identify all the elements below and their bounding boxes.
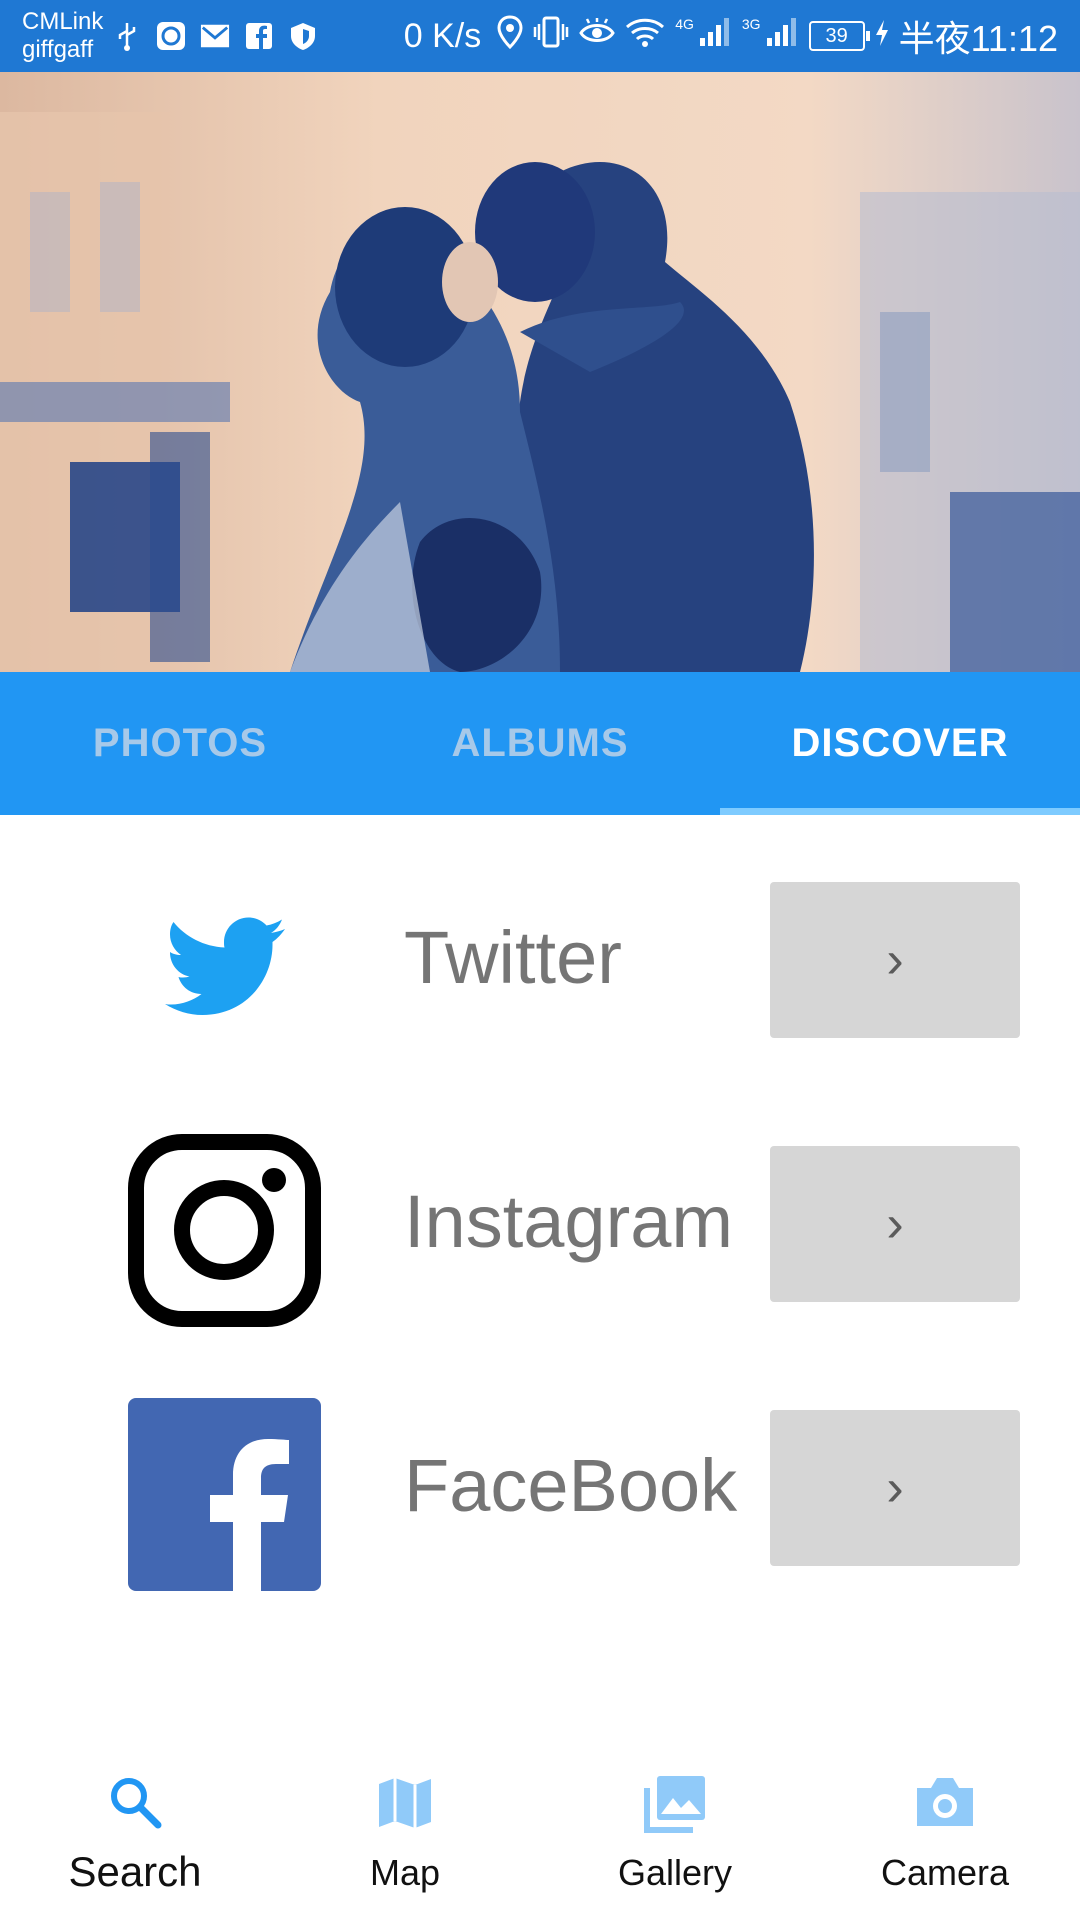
carrier-info: CMLink giffgaff	[22, 8, 103, 64]
network-4g-label: 4G	[675, 16, 694, 32]
signal-4g-icon	[698, 16, 732, 57]
header-photo	[0, 72, 1080, 672]
twitter-icon[interactable]	[128, 870, 321, 1063]
facebook-label: FaceBook	[404, 1444, 738, 1527]
app-notification-icon	[156, 21, 186, 51]
nav-gallery[interactable]: Gallery	[540, 1752, 810, 1920]
wifi-icon	[625, 16, 665, 57]
status-bar: CMLink giffgaff 0 K/s 4G 3G 39 半夜11:12	[0, 0, 1080, 72]
carrier-secondary: giffgaff	[22, 36, 94, 63]
map-icon	[270, 1774, 540, 1834]
camera-icon	[810, 1774, 1080, 1834]
gmail-icon	[200, 21, 230, 51]
vibrate-icon	[533, 15, 569, 58]
carrier-name: CMLink	[22, 8, 104, 35]
notification-icons	[112, 16, 318, 56]
shield-icon	[288, 21, 318, 51]
system-status: 0 K/s 4G 3G 39 半夜11:12	[404, 12, 1058, 60]
clock: 半夜11:12	[898, 18, 1058, 59]
nav-gallery-label: Gallery	[617, 1852, 733, 1893]
nav-search[interactable]: Search	[0, 1752, 270, 1920]
bottom-navigation: Search Map Gallery Camera	[0, 1752, 1080, 1920]
charging-icon	[875, 17, 889, 56]
facebook-notification-icon	[244, 21, 274, 51]
network-speed: 0 K/s	[403, 16, 482, 55]
nav-search-label: Search	[68, 1848, 202, 1895]
eye-comfort-icon	[579, 17, 615, 56]
chevron-right-icon: ›	[886, 1195, 904, 1253]
list-item-facebook: FaceBook ›	[0, 1343, 1080, 1607]
network-3g-label: 3G	[741, 16, 761, 32]
nav-map[interactable]: Map	[270, 1752, 540, 1920]
discover-list: Twitter › Instagram › FaceBook ›	[0, 815, 1080, 1607]
tab-bar: PHOTOS ALBUMS DISCOVER	[0, 672, 1080, 815]
tab-photos[interactable]: PHOTOS	[0, 672, 360, 815]
twitter-label: Twitter	[404, 916, 622, 999]
facebook-icon[interactable]	[128, 1398, 321, 1591]
signal-3g-icon	[765, 16, 799, 57]
instagram-label: Instagram	[404, 1180, 734, 1263]
chevron-right-icon: ›	[886, 1459, 904, 1517]
facebook-open-button[interactable]: ›	[770, 1410, 1020, 1566]
tab-albums[interactable]: ALBUMS	[360, 672, 720, 815]
location-icon	[497, 14, 523, 58]
nav-camera[interactable]: Camera	[810, 1752, 1080, 1920]
usb-icon	[112, 21, 142, 51]
gallery-icon	[540, 1774, 810, 1834]
twitter-open-button[interactable]: ›	[770, 882, 1020, 1038]
tab-discover[interactable]: DISCOVER	[720, 672, 1080, 815]
search-icon	[0, 1774, 270, 1834]
nav-map-label: Map	[369, 1852, 441, 1893]
instagram-icon[interactable]	[128, 1134, 321, 1327]
instagram-open-button[interactable]: ›	[770, 1146, 1020, 1302]
list-item-twitter: Twitter ›	[0, 815, 1080, 1079]
battery-icon: 39	[808, 21, 870, 51]
chevron-right-icon: ›	[886, 931, 904, 989]
list-item-instagram: Instagram ›	[0, 1079, 1080, 1343]
nav-camera-label: Camera	[880, 1852, 1010, 1893]
